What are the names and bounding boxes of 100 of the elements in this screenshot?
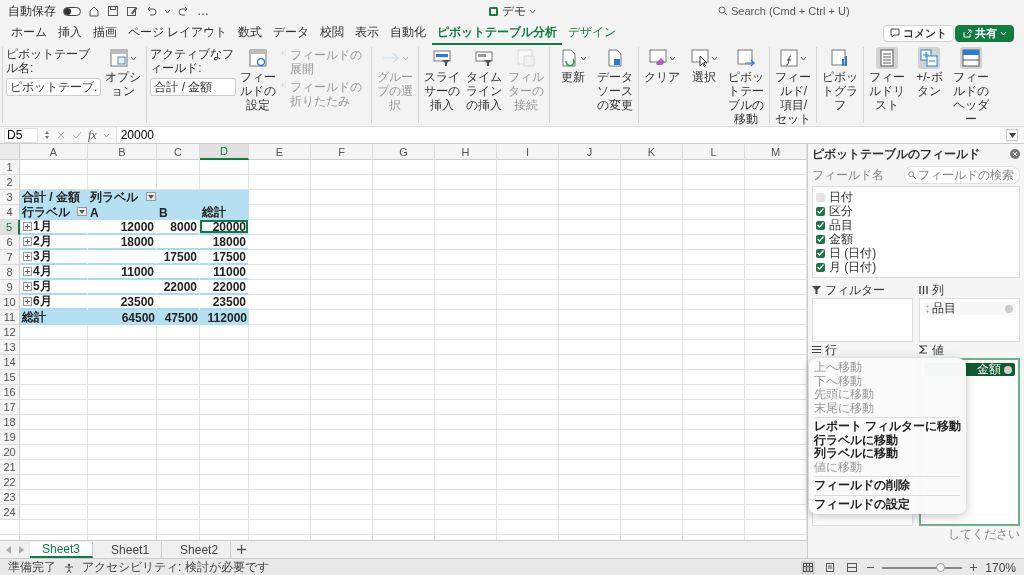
ribbon-tab[interactable]: ページ レイアウト <box>123 21 233 45</box>
row-number[interactable]: 22 <box>0 475 20 490</box>
check-icon[interactable] <box>72 130 82 140</box>
accessibility-status[interactable]: アクセシビリティ: 検討が必要です <box>82 559 269 575</box>
checkbox[interactable] <box>816 234 825 244</box>
zoom-in-icon[interactable] <box>970 564 978 571</box>
redo-icon[interactable] <box>178 5 190 17</box>
ribbon-tab[interactable]: デザイン <box>563 21 622 45</box>
checkbox[interactable] <box>816 220 825 230</box>
column-header[interactable]: F <box>311 144 373 160</box>
ribbon-tab[interactable]: ピボットテーブル分析 <box>432 21 563 45</box>
zoom-level[interactable]: 170% <box>985 560 1016 575</box>
edit-icon[interactable] <box>126 5 138 17</box>
home-icon[interactable] <box>88 5 100 17</box>
expand-icon[interactable] <box>23 222 32 231</box>
filter-dropdown-button[interactable] <box>146 192 156 201</box>
row-number[interactable]: 1 <box>0 160 20 175</box>
expand-icon[interactable] <box>23 297 32 306</box>
checkbox[interactable] <box>816 192 825 202</box>
row-number[interactable]: 15 <box>0 370 20 385</box>
search-field[interactable]: Search (Cmd + Ctrl + U) <box>718 4 866 18</box>
drop-area[interactable]: 品目 <box>919 298 1020 342</box>
row-number[interactable]: 8 <box>0 265 20 280</box>
row-number[interactable]: 13 <box>0 340 20 355</box>
text-field[interactable]: 合計 / 金額 <box>150 78 237 96</box>
search-field[interactable]: フィールドの検索 <box>904 166 1020 184</box>
ribbon-button[interactable]: 選択 <box>684 47 725 84</box>
column-header[interactable]: L <box>683 144 745 160</box>
autosave-toggle[interactable] <box>63 6 81 16</box>
expand-icon[interactable] <box>23 237 32 246</box>
undo-icon[interactable] <box>145 5 157 17</box>
expand-icon[interactable] <box>23 282 32 291</box>
ribbon-button[interactable]: スライサーの挿入 <box>422 47 463 112</box>
column-header[interactable]: K <box>621 144 683 160</box>
ribbon-button[interactable]: フィールドのヘッダー <box>951 47 992 126</box>
row-number[interactable]: 16 <box>0 385 20 400</box>
ribbon-button[interactable]: フィールドリスト <box>867 47 908 112</box>
row-number[interactable]: 5 <box>0 220 20 235</box>
ribbon-tab[interactable]: データ <box>268 21 315 45</box>
ribbon-button[interactable]: フィールド/項目/セット <box>773 47 814 126</box>
close-icon[interactable] <box>1010 149 1020 159</box>
ribbon-button[interactable]: 更新 <box>553 47 594 84</box>
spinner-icon[interactable] <box>44 130 50 140</box>
save-icon[interactable] <box>107 5 119 17</box>
row-number[interactable]: 21 <box>0 460 20 475</box>
row-number[interactable]: 23 <box>0 490 20 505</box>
row-number[interactable]: 10 <box>0 295 20 310</box>
row-number[interactable]: 20 <box>0 445 20 460</box>
view-button[interactable] <box>845 561 860 574</box>
comment-button[interactable]: コメント <box>883 24 954 42</box>
checkbox[interactable] <box>816 248 825 258</box>
row-number[interactable]: 14 <box>0 355 20 370</box>
share-button[interactable]: 共有 <box>955 24 1014 42</box>
function-button[interactable]: fx <box>88 127 97 143</box>
ribbon-tab[interactable]: 描画 <box>88 21 122 45</box>
column-header[interactable]: H <box>435 144 497 160</box>
ribbon-button[interactable]: ピボットグラフ <box>820 47 861 112</box>
expand-icon[interactable] <box>23 252 32 261</box>
row-number[interactable]: 12 <box>0 325 20 340</box>
ribbon-tab[interactable]: 校閲 <box>315 21 350 45</box>
filter-dropdown-button[interactable] <box>77 207 87 216</box>
column-header[interactable]: J <box>559 144 621 160</box>
row-number[interactable]: 19 <box>0 430 20 445</box>
ribbon-tab[interactable]: 挿入 <box>53 21 87 45</box>
sheet-tab[interactable]: Sheet3 <box>30 541 94 558</box>
name-box[interactable]: D5 <box>4 127 38 143</box>
add-sheet-icon[interactable] <box>237 545 247 554</box>
column-header[interactable]: E <box>249 144 311 160</box>
ribbon-button[interactable]: ピボットテーブルの移動 <box>726 47 767 126</box>
row-number[interactable]: 3 <box>0 190 20 205</box>
row-number[interactable]: 7 <box>0 250 20 265</box>
sheet-tab[interactable]: Sheet1 <box>99 541 163 558</box>
row-number[interactable]: 24 <box>0 505 20 520</box>
column-header[interactable]: G <box>373 144 435 160</box>
field-chip[interactable]: 品目 <box>923 302 1016 315</box>
row-number[interactable]: 2 <box>0 175 20 190</box>
ribbon-tab[interactable]: 表示 <box>350 21 385 45</box>
row-number[interactable]: 11 <box>0 310 20 325</box>
ribbon-tab[interactable]: ホーム <box>6 21 52 45</box>
sheet-tab[interactable]: Sheet2 <box>168 541 232 558</box>
expand-icon[interactable] <box>23 267 32 276</box>
ribbon-button[interactable]: オプション <box>103 47 144 98</box>
more-button[interactable]: … <box>197 4 209 18</box>
zoom-out-icon[interactable] <box>867 564 875 571</box>
checkbox[interactable] <box>816 206 825 216</box>
column-header[interactable]: D <box>200 144 249 160</box>
document-title[interactable]: デモ <box>502 4 526 18</box>
ribbon-button[interactable]: フィールドの設定 <box>238 47 279 112</box>
zoom-slider[interactable] <box>935 562 945 572</box>
text-field[interactable]: ピボットテーブ. <box>6 78 102 96</box>
ribbon-button[interactable]: タイムラインの挿入 <box>464 47 505 112</box>
column-header[interactable]: A <box>20 144 88 160</box>
ribbon-tab[interactable]: 自動化 <box>385 21 432 45</box>
column-header[interactable]: C <box>157 144 200 160</box>
ribbon-button[interactable]: +/-ボタン <box>909 47 950 98</box>
ribbon-button[interactable]: データソースの変更 <box>595 47 636 112</box>
row-number[interactable]: 9 <box>0 280 20 295</box>
row-number[interactable]: 6 <box>0 235 20 250</box>
ribbon-tab[interactable]: 数式 <box>233 21 268 45</box>
row-number[interactable]: 17 <box>0 400 20 415</box>
